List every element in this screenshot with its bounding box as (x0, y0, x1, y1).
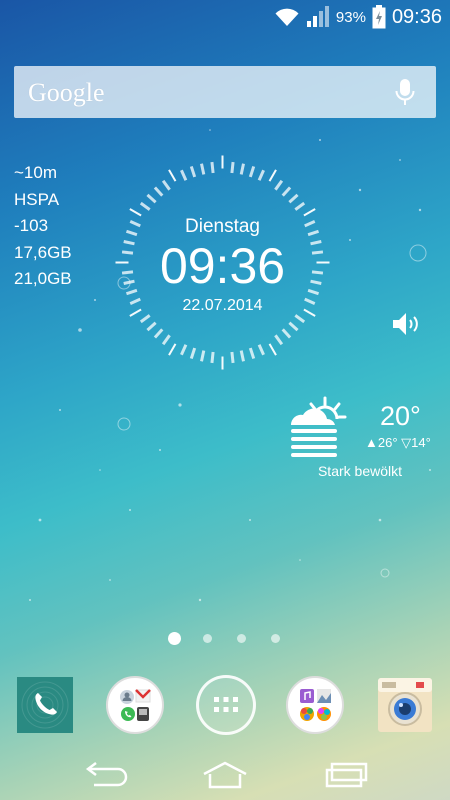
google-search-bar[interactable]: Google (14, 66, 436, 118)
status-bar: 93% 09:36 (0, 0, 450, 33)
battery-charging-icon (372, 5, 386, 29)
communication-folder[interactable] (106, 676, 164, 734)
apps-grid-icon (214, 697, 238, 712)
clock-hour-tick (268, 169, 277, 182)
apps-button[interactable] (196, 675, 256, 735)
network-info-widget[interactable]: ~10m HSPA -103 17,6GB 21,0GB (14, 160, 72, 293)
wifi-icon (275, 8, 299, 26)
clock-minute-tick (161, 179, 171, 191)
clock-date: 22.07.2014 (182, 297, 263, 314)
clock-minute-tick (294, 314, 306, 324)
clock-minute-tick (230, 161, 235, 174)
clock-minute-tick (248, 165, 256, 178)
page-dot[interactable] (271, 634, 280, 643)
clock-hour-tick (168, 343, 177, 356)
folder-icon (300, 689, 331, 721)
clock-minute-tick (189, 165, 197, 178)
app-dock (0, 672, 450, 742)
page-dot-active[interactable] (168, 632, 181, 645)
clock-minute-tick (294, 201, 306, 211)
weather-condition: Stark bewölkt (317, 463, 403, 479)
signal-icon (306, 6, 329, 27)
clock-widget[interactable]: Dienstag 09:36 22.07.2014 (110, 150, 335, 375)
clock-minute-tick (161, 334, 171, 346)
speaker-icon[interactable] (390, 308, 422, 340)
clock-minute-tick (230, 351, 235, 364)
info-line: 17,6GB (14, 242, 72, 262)
clock-minute-tick (180, 344, 188, 356)
status-clock: 09:36 (391, 5, 442, 28)
clock-minute-tick (180, 169, 188, 181)
clock-day: Dienstag (185, 216, 260, 237)
clock-minute-tick (288, 321, 299, 332)
clock-hour-tick (268, 343, 277, 356)
clock-hour-tick (129, 208, 142, 217)
clock-minute-tick (189, 347, 197, 360)
info-line: HSPA (14, 189, 60, 209)
clock-minute-tick (274, 179, 284, 191)
clock-minute-tick (200, 163, 206, 175)
info-line: 21,0GB (14, 269, 72, 288)
clock-minute-tick (257, 169, 265, 181)
clock-minute-tick (239, 350, 245, 362)
info-line: -103 (14, 216, 49, 235)
recents-icon[interactable] (322, 760, 372, 790)
clock-minute-tick (239, 163, 245, 175)
info-line: ~10m (14, 163, 57, 182)
clock-hour-tick (168, 169, 177, 182)
clock-minute-tick (281, 186, 292, 197)
clock-minute-tick (146, 321, 157, 332)
camera-icon (378, 678, 432, 732)
clock-minute-tick (257, 344, 265, 356)
page-dot[interactable] (237, 634, 246, 643)
weather-widget[interactable]: 20° ▲26° ▽14° Stark bewölkt (285, 395, 440, 485)
clock-time: 09:36 (159, 238, 286, 294)
clock-minute-tick (274, 334, 284, 346)
status-icons: 93% 09:36 (274, 4, 442, 30)
phone-app[interactable] (17, 677, 73, 733)
mic-icon[interactable] (394, 78, 416, 108)
media-folder[interactable] (286, 676, 344, 734)
clock-minute-tick (248, 347, 256, 360)
clock-minute-tick (153, 186, 164, 197)
cloudy-sun-icon (290, 396, 347, 457)
google-logo-text: Google (28, 78, 105, 107)
page-indicator (0, 632, 450, 646)
back-icon[interactable] (80, 760, 130, 790)
weather-high-low: ▲26° ▽14° (365, 435, 431, 450)
weather-temperature: 20° (380, 401, 421, 431)
page-dot[interactable] (203, 634, 212, 643)
clock-minute-tick (281, 328, 292, 339)
clock-minute-tick (210, 161, 215, 174)
clock-minute-tick (153, 328, 164, 339)
battery-percent: 93% (335, 8, 366, 26)
home-icon[interactable] (200, 760, 250, 790)
clock-minute-tick (288, 193, 299, 204)
camera-app[interactable] (376, 674, 434, 734)
clock-hour-tick (303, 208, 316, 217)
navigation-bar (0, 752, 450, 800)
clock-minute-tick (139, 201, 151, 211)
clock-minute-tick (146, 193, 157, 204)
clock-minute-tick (200, 350, 206, 362)
clock-minute-tick (139, 314, 151, 324)
folder-icon (120, 689, 151, 721)
phone-icon (21, 681, 69, 729)
clock-minute-tick (210, 351, 215, 364)
